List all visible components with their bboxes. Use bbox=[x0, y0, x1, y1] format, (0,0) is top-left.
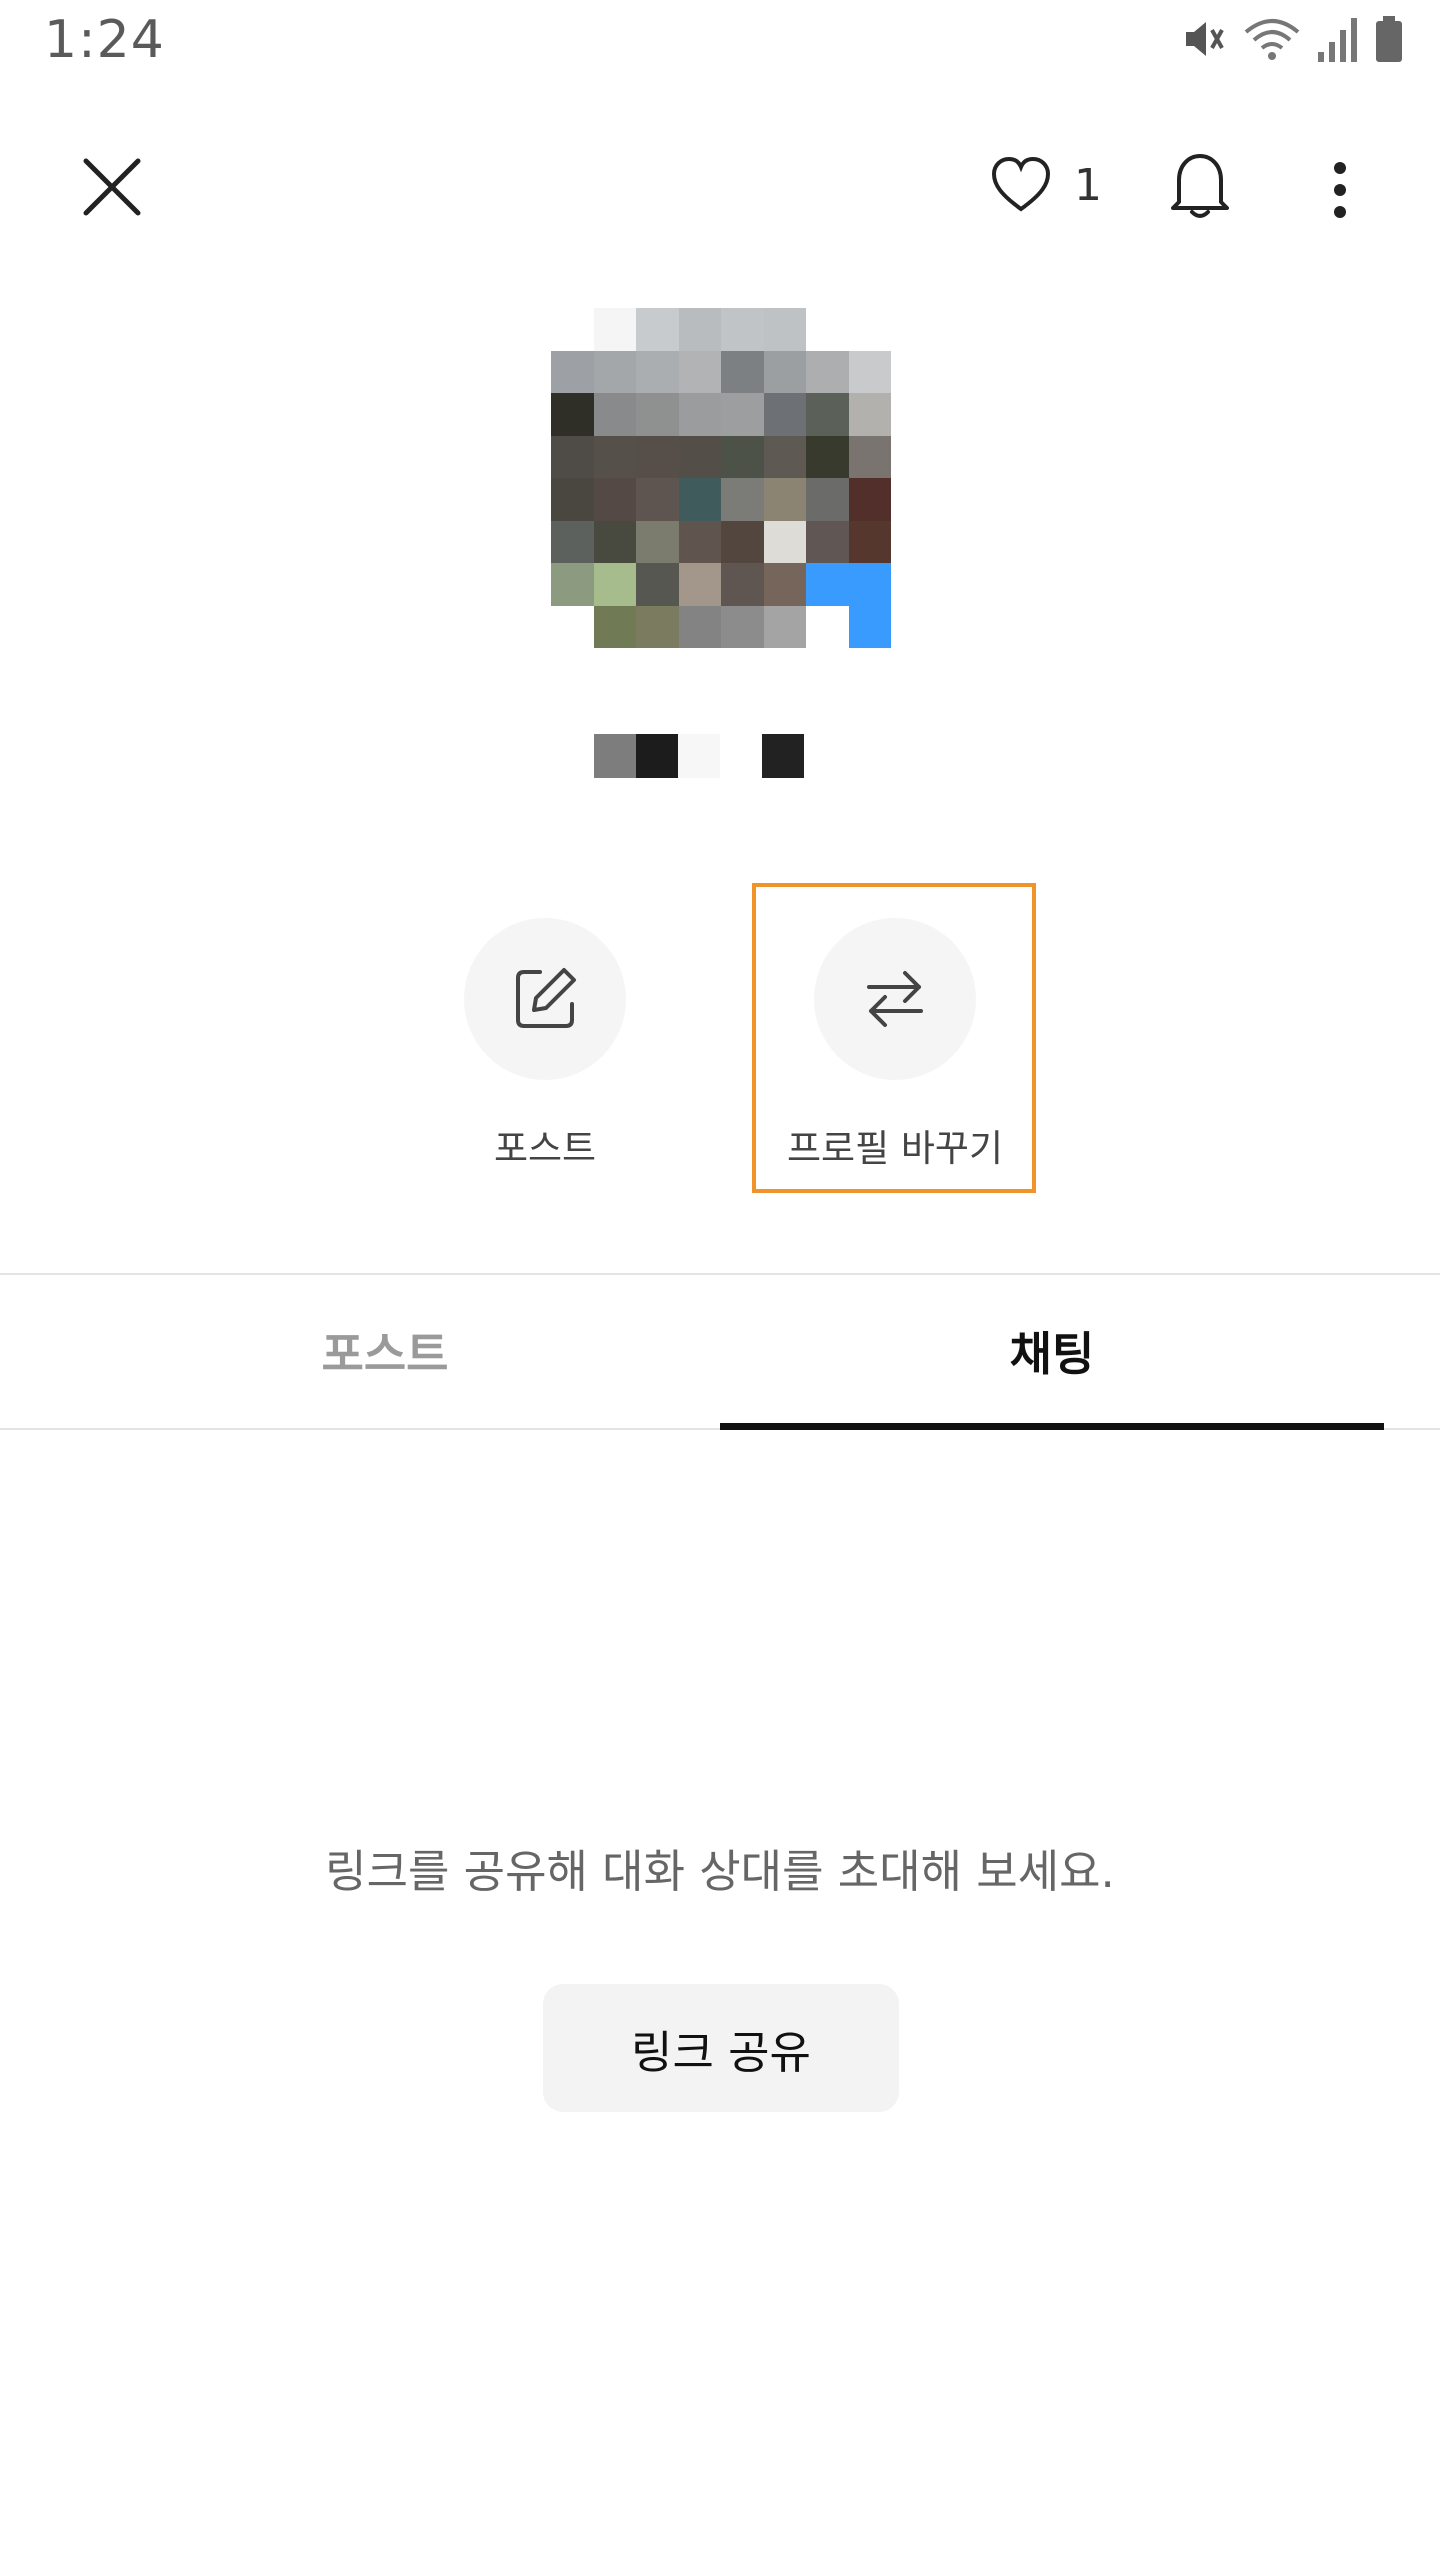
avatar-tile bbox=[848, 605, 891, 648]
avatar-tile bbox=[848, 308, 891, 351]
avatar-tile bbox=[848, 435, 891, 478]
profile-name bbox=[594, 734, 804, 778]
avatar-tile bbox=[551, 478, 594, 521]
avatar-tile bbox=[721, 393, 764, 436]
tab-chat[interactable]: 채팅 bbox=[720, 1275, 1384, 1427]
avatar-tile bbox=[636, 393, 679, 436]
avatar-tile bbox=[763, 520, 806, 563]
avatar-tile bbox=[763, 350, 806, 393]
avatar-tile bbox=[848, 478, 891, 521]
tab-selected-indicator bbox=[720, 1423, 1384, 1430]
avatar-tile bbox=[806, 478, 849, 521]
avatar-tile bbox=[551, 605, 594, 648]
avatar-tile bbox=[763, 563, 806, 606]
avatar-tile bbox=[806, 350, 849, 393]
avatar-tile bbox=[763, 478, 806, 521]
post-action-circle[interactable] bbox=[464, 918, 626, 1080]
avatar-tile bbox=[636, 605, 679, 648]
avatar-tile bbox=[848, 393, 891, 436]
avatar-tile bbox=[806, 308, 849, 351]
avatar-tile bbox=[806, 393, 849, 436]
more-vertical-icon bbox=[1334, 162, 1346, 218]
avatar-tile bbox=[593, 393, 636, 436]
avatar-tile bbox=[806, 435, 849, 478]
bell-icon bbox=[1171, 154, 1229, 218]
profile-avatar[interactable] bbox=[551, 308, 891, 648]
tab-post[interactable]: 포스트 bbox=[0, 1275, 770, 1427]
like-count: 1 bbox=[1074, 159, 1102, 211]
post-action-button[interactable]: 포스트 bbox=[460, 918, 630, 1172]
signal-icon bbox=[1318, 18, 1357, 62]
avatar-tile bbox=[551, 563, 594, 606]
name-tile bbox=[720, 734, 762, 778]
avatar-tile bbox=[593, 563, 636, 606]
name-tile bbox=[762, 734, 804, 778]
avatar-tile bbox=[593, 605, 636, 648]
avatar-tile bbox=[551, 393, 594, 436]
avatar-tile bbox=[551, 308, 594, 351]
empty-state-message: 링크를 공유해 대화 상대를 초대해 보세요. bbox=[325, 1845, 1115, 1898]
avatar-tile bbox=[806, 605, 849, 648]
avatar-tile bbox=[721, 308, 764, 351]
avatar-tile bbox=[593, 478, 636, 521]
avatar-tile bbox=[636, 350, 679, 393]
avatar-tile bbox=[593, 308, 636, 351]
avatar-tile bbox=[806, 563, 849, 606]
avatar-tile bbox=[721, 350, 764, 393]
avatar-tile bbox=[678, 308, 721, 351]
heart-icon bbox=[991, 156, 1051, 212]
status-time: 1:24 bbox=[44, 10, 165, 70]
share-link-button[interactable]: 링크 공유 bbox=[543, 1984, 899, 2112]
avatar-tile bbox=[593, 520, 636, 563]
post-action-label: 포스트 bbox=[493, 1127, 597, 1170]
more-button[interactable] bbox=[1310, 150, 1370, 230]
edit-icon bbox=[516, 968, 576, 1028]
avatar-tile bbox=[763, 308, 806, 351]
focus-highlight bbox=[752, 883, 1036, 1193]
avatar-tile bbox=[678, 563, 721, 606]
mute-icon bbox=[1186, 22, 1224, 56]
avatar-tile bbox=[551, 350, 594, 393]
avatar-tile bbox=[636, 435, 679, 478]
avatar-tile bbox=[763, 435, 806, 478]
avatar-tile bbox=[636, 308, 679, 351]
avatar-tile bbox=[678, 478, 721, 521]
avatar-tile bbox=[636, 478, 679, 521]
avatar-tile bbox=[551, 520, 594, 563]
avatar-tile bbox=[721, 520, 764, 563]
status-icons bbox=[1178, 14, 1404, 64]
avatar-tile bbox=[551, 435, 594, 478]
avatar-tile bbox=[721, 435, 764, 478]
avatar-tile bbox=[593, 350, 636, 393]
name-tile bbox=[636, 734, 678, 778]
close-button[interactable] bbox=[70, 145, 154, 229]
like-button[interactable]: 1 bbox=[990, 145, 1102, 225]
avatar-tile bbox=[848, 520, 891, 563]
avatar-tile bbox=[848, 563, 891, 606]
avatar-tile bbox=[678, 393, 721, 436]
battery-icon bbox=[1376, 16, 1402, 62]
avatar-tile bbox=[721, 605, 764, 648]
avatar-tile bbox=[678, 605, 721, 648]
avatar-tile bbox=[678, 350, 721, 393]
close-icon bbox=[83, 158, 141, 216]
wifi-icon bbox=[1244, 19, 1300, 60]
avatar-tile bbox=[721, 478, 764, 521]
avatar-tile bbox=[806, 520, 849, 563]
name-tile bbox=[594, 734, 636, 778]
avatar-tile bbox=[721, 563, 764, 606]
avatar-tile bbox=[636, 563, 679, 606]
name-tile bbox=[678, 734, 720, 778]
avatar-tile bbox=[763, 393, 806, 436]
avatar-tile bbox=[763, 605, 806, 648]
notification-button[interactable] bbox=[1160, 140, 1240, 230]
avatar-tile bbox=[678, 520, 721, 563]
avatar-tile bbox=[593, 435, 636, 478]
avatar-tile bbox=[678, 435, 721, 478]
avatar-tile bbox=[636, 520, 679, 563]
avatar-tile bbox=[848, 350, 891, 393]
